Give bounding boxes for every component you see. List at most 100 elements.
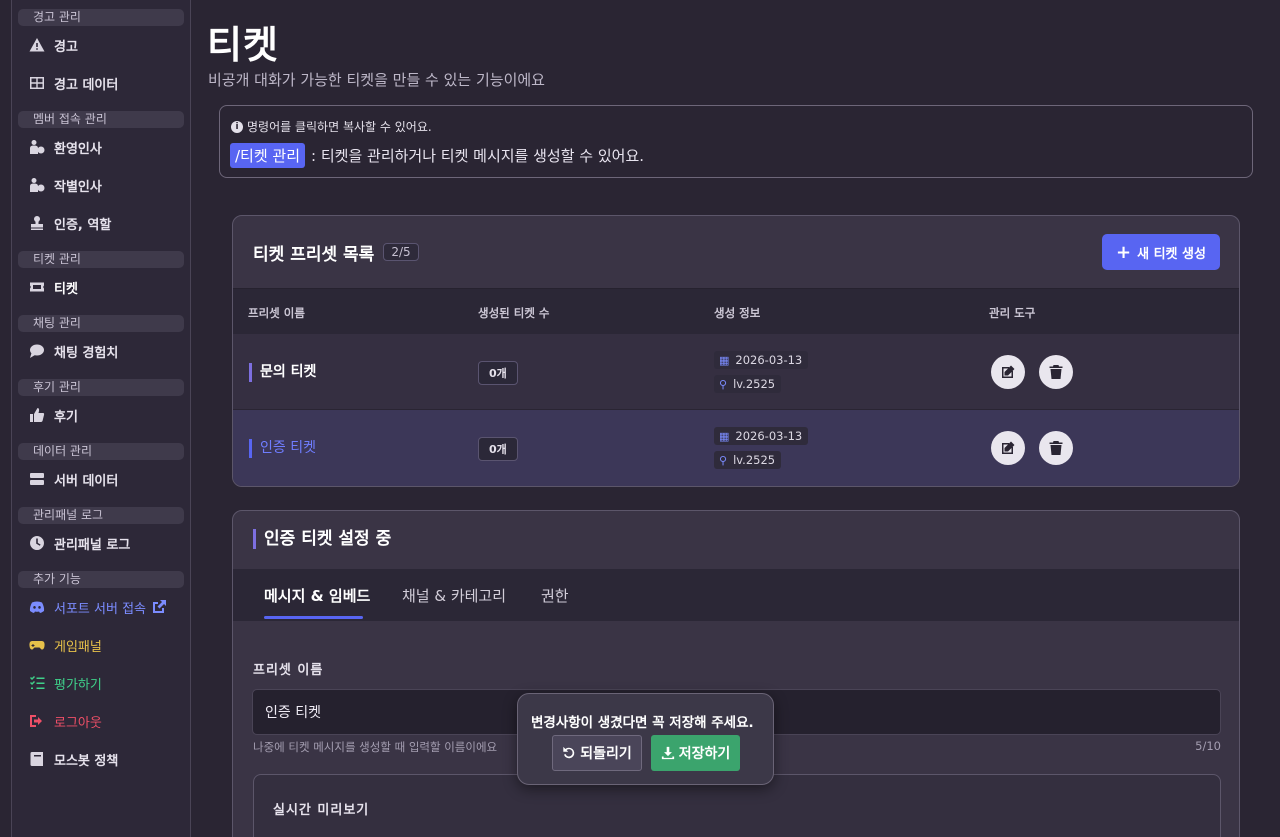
- trash-icon: [1049, 441, 1063, 455]
- table-icon: [28, 74, 46, 92]
- calendar-icon: ▦: [719, 353, 730, 367]
- edit-icon: [1002, 365, 1015, 378]
- page-subtitle: 비공개 대화가 가능한 티켓을 만들 수 있는 기능이에요: [208, 71, 545, 89]
- sidebar-item-label: 평가하기: [54, 677, 102, 693]
- sidebar-item-policy[interactable]: 모스봇 정책: [12, 740, 190, 778]
- stamp-icon: [28, 214, 46, 232]
- save-button[interactable]: 저장하기: [651, 735, 740, 771]
- sidebar-item-label: 작별인사: [54, 179, 102, 195]
- sidebar-item-label: 서버 데이터: [54, 473, 119, 489]
- created-by: ⚲ lv.2525: [714, 375, 782, 393]
- tab-permissions[interactable]: 권한: [541, 585, 569, 606]
- ticket-count-pill: 0개: [478, 361, 518, 385]
- command-description: : 티켓을 관리하거나 티켓 메시지를 생성할 수 있어요.: [311, 147, 645, 165]
- sidebar-item-label: 인증, 역할: [54, 217, 112, 233]
- sidebar-item-logout[interactable]: 로그아웃: [12, 702, 190, 740]
- sidebar-item-label: 환영인사: [54, 141, 102, 157]
- save-label: 저장하기: [678, 746, 731, 762]
- sidebar-section-extras: 추가 기능: [18, 571, 184, 588]
- column-header: 프리셋 이름: [248, 306, 305, 320]
- preset-list-card: 티켓 프리셋 목록 2/5 + 새 티켓 생성 프리셋 이름 생성된 티켓 수 …: [232, 215, 1240, 487]
- sidebar-section-reviews: 후기 관리: [18, 379, 184, 396]
- command-info-box: i 명령어를 클릭하면 복사할 수 있어요. /티켓 관리 : 티켓을 관리하거…: [219, 105, 1253, 178]
- sidebar-section-chat: 채팅 관리: [18, 315, 184, 332]
- preset-table-header: 프리셋 이름 생성된 티켓 수 생성 정보 관리 도구: [233, 288, 1239, 334]
- sidebar-item-farewell[interactable]: 작별인사: [12, 166, 190, 204]
- unsaved-changes-popup: 변경사항이 생겼다면 꼭 저장해 주세요. 되돌리기 저장하기: [517, 693, 774, 785]
- user-plus-icon: [28, 138, 46, 156]
- sidebar-item-warning[interactable]: 경고: [12, 26, 190, 64]
- edit-button[interactable]: [991, 431, 1025, 465]
- info-note-text: 명령어를 클릭하면 복사할 수 있어요.: [247, 120, 432, 134]
- command-row: /티켓 관리 : 티켓을 관리하거나 티켓 메시지를 생성할 수 있어요.: [230, 143, 644, 168]
- sidebar-section-logs: 관리패널 로그: [18, 507, 184, 524]
- sidebar: 경고 관리 경고 경고 데이터 멤버 접속 관리 환영인사 작별인사 인증, 역…: [11, 0, 191, 837]
- sidebar-section-warnings: 경고 관리: [18, 9, 184, 26]
- sidebar-item-verify-roles[interactable]: 인증, 역할: [12, 204, 190, 242]
- new-ticket-button[interactable]: + 새 티켓 생성: [1102, 234, 1220, 270]
- sidebar-item-panel-log[interactable]: 관리패널 로그: [12, 524, 190, 562]
- preset-count-badge: 2/5: [383, 243, 419, 261]
- preset-name: 인증 티켓: [249, 439, 316, 458]
- warning-icon: [28, 36, 46, 54]
- revert-button[interactable]: 되돌리기: [552, 735, 642, 771]
- tab-message-embed[interactable]: 메시지 & 임베드: [264, 585, 370, 606]
- sidebar-item-label: 서포트 서버 접속: [54, 601, 146, 617]
- info-note: i 명령어를 클릭하면 복사할 수 있어요.: [231, 118, 432, 135]
- ticket-count-pill: 0개: [478, 437, 518, 461]
- edit-button[interactable]: [991, 355, 1025, 389]
- created-date: ▦ 2026-03-13: [714, 427, 809, 445]
- sidebar-item-warning-data[interactable]: 경고 데이터: [12, 64, 190, 102]
- server-icon: [28, 470, 46, 488]
- preset-name-char-count: 5/10: [1195, 739, 1221, 753]
- sidebar-item-label: 관리패널 로그: [54, 537, 131, 553]
- revert-label: 되돌리기: [580, 746, 632, 762]
- command-chip[interactable]: /티켓 관리: [230, 143, 306, 168]
- created-date-text: 2026-03-13: [735, 429, 803, 443]
- sidebar-section-tickets: 티켓 관리: [18, 251, 184, 268]
- column-header: 생성 정보: [714, 306, 761, 320]
- discord-icon: [28, 598, 46, 616]
- column-header: 관리 도구: [989, 306, 1036, 320]
- sidebar-item-label: 채팅 경험치: [54, 345, 119, 361]
- created-by-text: lv.2525: [733, 453, 776, 467]
- sidebar-item-welcome[interactable]: 환영인사: [12, 128, 190, 166]
- sidebar-item-label: 경고: [54, 39, 78, 55]
- plus-icon: +: [1116, 241, 1132, 263]
- ticket-settings-card: 인증 티켓 설정 중 메시지 & 임베드 채널 & 카테고리 권한 프리셋 이름…: [232, 510, 1240, 837]
- chat-icon: [28, 342, 46, 360]
- sidebar-item-rate[interactable]: 평가하기: [12, 664, 190, 702]
- preset-name: 문의 티켓: [249, 363, 316, 382]
- delete-button[interactable]: [1039, 355, 1073, 389]
- unsaved-changes-message: 변경사항이 생겼다면 꼭 저장해 주세요.: [531, 715, 754, 731]
- active-tab-indicator: [264, 616, 363, 619]
- clock-icon: [28, 534, 46, 552]
- sidebar-item-server-data[interactable]: 서버 데이터: [12, 460, 190, 498]
- sidebar-item-ticket[interactable]: 티켓: [12, 268, 190, 306]
- column-header: 생성된 티켓 수: [478, 306, 550, 320]
- sidebar-item-review[interactable]: 후기: [12, 396, 190, 434]
- page-title: 티켓: [207, 23, 279, 67]
- sidebar-section-data: 데이터 관리: [18, 443, 184, 460]
- sidebar-item-label: 후기: [54, 409, 78, 425]
- edit-icon: [1002, 441, 1015, 454]
- tab-channel-category[interactable]: 채널 & 카테고리: [402, 585, 506, 606]
- delete-button[interactable]: [1039, 431, 1073, 465]
- table-row[interactable]: 문의 티켓 0개 ▦ 2026-03-13 ⚲ lv.2525: [233, 334, 1239, 410]
- preset-list-title: 티켓 프리셋 목록: [253, 244, 375, 265]
- user-icon: ⚲: [719, 377, 728, 391]
- table-row[interactable]: 인증 티켓 0개 ▦ 2026-03-13 ⚲ lv.2525: [233, 410, 1239, 486]
- ticket-icon: [28, 278, 46, 296]
- trash-icon: [1049, 365, 1063, 379]
- undo-icon: [563, 746, 575, 759]
- checklist-icon: [28, 674, 46, 692]
- sidebar-item-chat-xp[interactable]: 채팅 경험치: [12, 332, 190, 370]
- sidebar-item-label: 티켓: [54, 281, 78, 297]
- sidebar-item-game-panel[interactable]: 게임패널: [12, 626, 190, 664]
- sidebar-item-support-server[interactable]: 서포트 서버 접속: [12, 588, 190, 626]
- created-date: ▦ 2026-03-13: [714, 351, 809, 369]
- sidebar-item-label: 모스봇 정책: [54, 753, 119, 769]
- gamepad-icon: [28, 636, 46, 654]
- thumbs-up-icon: [28, 406, 46, 424]
- preset-list-header: 티켓 프리셋 목록 2/5: [233, 216, 1239, 288]
